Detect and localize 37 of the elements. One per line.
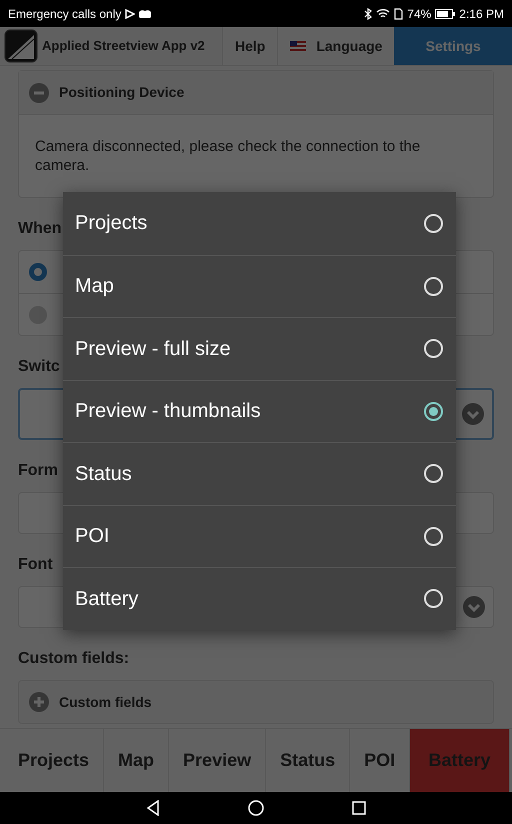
dialog-option[interactable]: Status bbox=[63, 442, 456, 504]
app-logo-icon bbox=[4, 29, 38, 63]
bluetooth-icon bbox=[364, 8, 372, 20]
dialog-option[interactable]: Battery bbox=[63, 567, 456, 630]
plus-circle-icon bbox=[29, 692, 49, 712]
sim-icon bbox=[394, 8, 404, 20]
chevron-down-icon bbox=[462, 403, 484, 425]
panel-header[interactable]: Positioning Device bbox=[19, 71, 493, 115]
wifi-icon bbox=[376, 8, 390, 19]
section-label: Custom fields: bbox=[18, 649, 130, 669]
field-label: Form bbox=[18, 461, 58, 481]
panel-message: Camera disconnected, please check the connection to the camera. bbox=[34, 137, 422, 176]
battery-icon bbox=[435, 8, 456, 18]
field-label: Switc bbox=[18, 357, 60, 377]
dialog-option[interactable]: POI bbox=[63, 504, 456, 567]
chevron-down-icon bbox=[463, 596, 485, 618]
panel-title: Custom fields bbox=[59, 692, 152, 712]
back-icon[interactable] bbox=[146, 800, 160, 816]
radio-button[interactable] bbox=[29, 263, 47, 281]
battery-percent: 74% bbox=[407, 6, 432, 22]
clock-text: 2:16 PM bbox=[459, 6, 504, 22]
flag-icon bbox=[290, 41, 306, 51]
radio-button[interactable] bbox=[424, 402, 443, 421]
cloud-icon bbox=[139, 10, 152, 18]
dialog-option[interactable]: Preview - thumbnails bbox=[63, 380, 456, 442]
field-label: Font bbox=[18, 555, 53, 575]
home-icon[interactable] bbox=[248, 800, 264, 816]
dialog-option[interactable]: Projects bbox=[63, 192, 456, 254]
play-store-icon bbox=[125, 8, 136, 18]
recents-icon[interactable] bbox=[352, 801, 366, 815]
carrier-text: Emergency calls only bbox=[8, 6, 122, 22]
field-label: When bbox=[18, 219, 62, 239]
minus-circle-icon bbox=[29, 82, 49, 102]
app-title: Applied Streetview App v2 bbox=[42, 37, 205, 56]
collapsible-panel[interactable]: Custom fields bbox=[18, 680, 494, 724]
dialog-option[interactable]: Preview - full size bbox=[63, 317, 456, 380]
header-tab[interactable]: Settings bbox=[394, 27, 512, 65]
